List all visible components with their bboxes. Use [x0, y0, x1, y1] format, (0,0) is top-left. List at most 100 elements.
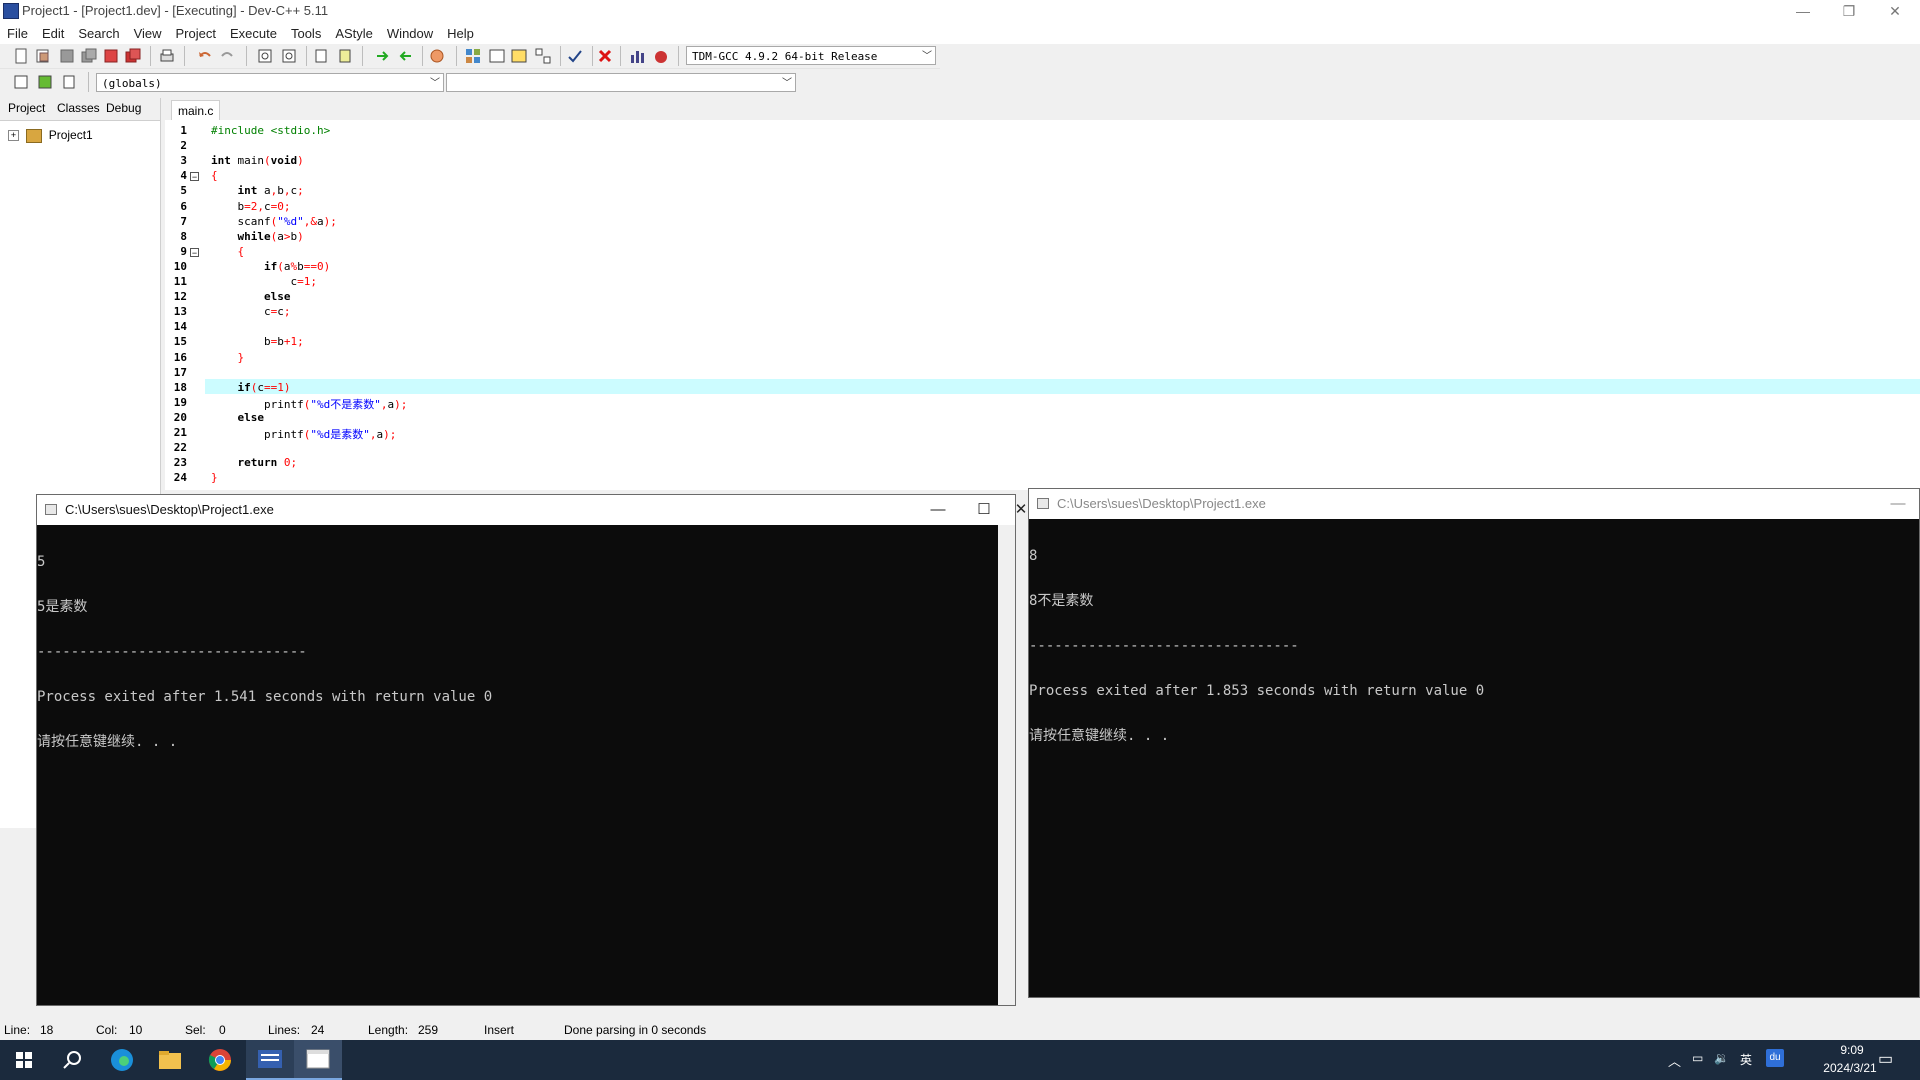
clock-time[interactable]: 9:09 — [1822, 1043, 1882, 1057]
goto-back-icon[interactable] — [396, 47, 414, 65]
code-line[interactable]: { — [211, 245, 245, 258]
profile-chart-icon[interactable] — [628, 47, 646, 65]
tab-project[interactable]: Project — [8, 101, 45, 115]
console-scrollbar[interactable] — [998, 525, 1015, 1005]
maximize-button[interactable]: ☐ — [961, 495, 1007, 525]
save-icon[interactable] — [58, 47, 76, 65]
console-taskbar-icon[interactable] — [294, 1040, 342, 1080]
status-bar: Line: 18 Col: 10 Sel: 0 Lines: 24 Length… — [0, 1022, 1920, 1038]
minimize-button[interactable]: — — [1780, 0, 1826, 22]
baidu-ime-icon[interactable]: du — [1766, 1049, 1784, 1067]
code-line[interactable]: c=c; — [211, 305, 291, 318]
redo-icon[interactable] — [218, 47, 236, 65]
code-line[interactable]: } — [211, 351, 245, 364]
close-button[interactable]: ✕ — [1872, 0, 1918, 22]
fold-collapse-icon[interactable]: − — [190, 247, 199, 257]
volume-icon[interactable]: 🔉 — [1714, 1051, 1729, 1065]
minimize-button[interactable]: — — [1875, 489, 1920, 519]
code-line[interactable]: } — [211, 471, 218, 484]
class-toolbar: (globals) ﹀ ﹀ — [0, 70, 800, 96]
code-line[interactable]: int main(void) — [211, 154, 304, 167]
network-icon[interactable]: ▭ — [1692, 1051, 1703, 1065]
stop-execution-icon[interactable] — [596, 47, 614, 65]
menu-edit[interactable]: Edit — [35, 24, 71, 44]
goto-forward-icon[interactable] — [374, 47, 392, 65]
indent-icon[interactable] — [312, 47, 330, 65]
code-line[interactable]: b=2,c=0; — [211, 200, 290, 213]
line-number: 9 — [180, 244, 187, 258]
code-line[interactable]: int a,b,c; — [211, 184, 304, 197]
toggle-bookmark-icon[interactable] — [36, 73, 54, 91]
menu-help[interactable]: Help — [440, 24, 481, 44]
console-title-bar: C:\Users\sues\Desktop\Project1.exe — — [1029, 489, 1919, 519]
code-line[interactable]: if(c==1) — [211, 381, 291, 394]
debug-icon[interactable] — [652, 47, 670, 65]
code-line[interactable]: #include <stdio.h> — [211, 124, 330, 137]
expand-plus-icon[interactable]: + — [8, 130, 19, 142]
menu-window[interactable]: Window — [380, 24, 440, 44]
edge-browser-icon[interactable] — [98, 1040, 146, 1080]
code-editor[interactable]: 1 2 3 4 5 6 7 8 9 10 11 12 13 14 15 16 17 18 19 20 21 22 23 24−… — [165, 120, 1920, 490]
console-window-right[interactable]: C:\Users\sues\Desktop\Project1.exe — 8 8… — [1028, 488, 1920, 998]
code-line[interactable]: return 0; — [211, 456, 298, 469]
tab-main-c[interactable]: main.c — [171, 100, 221, 121]
close-file-icon[interactable] — [102, 47, 120, 65]
code-line[interactable]: printf("%d不是素数",a); — [211, 396, 407, 412]
unindent-icon[interactable] — [336, 47, 354, 65]
notification-icon[interactable]: ▭ — [1878, 1049, 1893, 1069]
goto-bookmark-icon[interactable] — [60, 73, 78, 91]
tray-chevron-up-icon[interactable]: ︿ — [1668, 1051, 1681, 1070]
open-file-icon[interactable] — [34, 47, 52, 65]
menu-tools[interactable]: Tools — [284, 24, 328, 44]
minimize-button[interactable]: — — [915, 495, 961, 525]
replace-icon[interactable] — [280, 47, 298, 65]
tab-debug[interactable]: Debug — [106, 101, 141, 115]
code-line[interactable]: else — [211, 411, 265, 424]
chevron-down-icon: ﹀ — [922, 51, 932, 62]
devcpp-taskbar-icon[interactable] — [246, 1040, 294, 1080]
compiler-select[interactable]: TDM-GCC 4.9.2 64-bit Release ﹀ — [686, 46, 936, 65]
code-line[interactable]: { — [211, 169, 218, 182]
run-icon[interactable] — [488, 47, 506, 65]
status-length-value: 259 — [418, 1023, 439, 1037]
compile-icon[interactable] — [464, 47, 482, 65]
menu-file[interactable]: File — [0, 24, 35, 44]
restore-button[interactable]: ❐ — [1826, 0, 1872, 22]
code-line[interactable]: else — [211, 290, 291, 303]
compile-run-icon[interactable] — [510, 47, 528, 65]
find-icon[interactable] — [256, 47, 274, 65]
members-select[interactable]: ﹀ — [446, 73, 796, 92]
status-line-value: 18 — [40, 1023, 54, 1037]
bookmark-icon[interactable] — [428, 47, 446, 65]
console-output: 5 5是素数 -------------------------------- … — [37, 525, 997, 780]
scope-select[interactable]: (globals) ﹀ — [96, 73, 444, 92]
fold-collapse-icon[interactable]: − — [190, 172, 199, 182]
code-line[interactable]: while(a>b) — [211, 230, 304, 243]
print-icon[interactable] — [158, 47, 176, 65]
code-line[interactable]: scanf("%d",&a); — [211, 215, 336, 228]
code-line[interactable]: if(a%b==0) — [211, 260, 330, 273]
insert-icon[interactable] — [12, 73, 30, 91]
menu-astyle[interactable]: AStyle — [328, 24, 380, 44]
code-line[interactable]: printf("%d是素数",a); — [211, 426, 396, 442]
tree-item-project1[interactable]: Project1 — [49, 128, 93, 142]
new-file-icon[interactable] — [12, 47, 30, 65]
search-icon[interactable] — [48, 1040, 96, 1080]
undo-icon[interactable] — [196, 47, 214, 65]
windows-start-icon[interactable] — [0, 1040, 48, 1080]
menu-view[interactable]: View — [127, 24, 169, 44]
tab-classes[interactable]: Classes — [57, 101, 100, 115]
console-window-left[interactable]: C:\Users\sues\Desktop\Project1.exe — ☐ ✕… — [36, 494, 1027, 1006]
code-line[interactable]: b=b+1; — [211, 335, 304, 348]
save-all-icon[interactable] — [80, 47, 98, 65]
code-line[interactable]: c=1; — [211, 275, 317, 288]
syntax-check-icon[interactable] — [566, 47, 584, 65]
menu-project[interactable]: Project — [169, 24, 223, 44]
menu-execute[interactable]: Execute — [223, 24, 284, 44]
file-explorer-icon[interactable] — [146, 1040, 194, 1080]
menu-search[interactable]: Search — [71, 24, 126, 44]
ime-language[interactable]: 英 — [1740, 1051, 1752, 1068]
chrome-icon[interactable] — [196, 1040, 244, 1080]
rebuild-icon[interactable] — [534, 47, 552, 65]
close-all-icon[interactable] — [124, 47, 142, 65]
